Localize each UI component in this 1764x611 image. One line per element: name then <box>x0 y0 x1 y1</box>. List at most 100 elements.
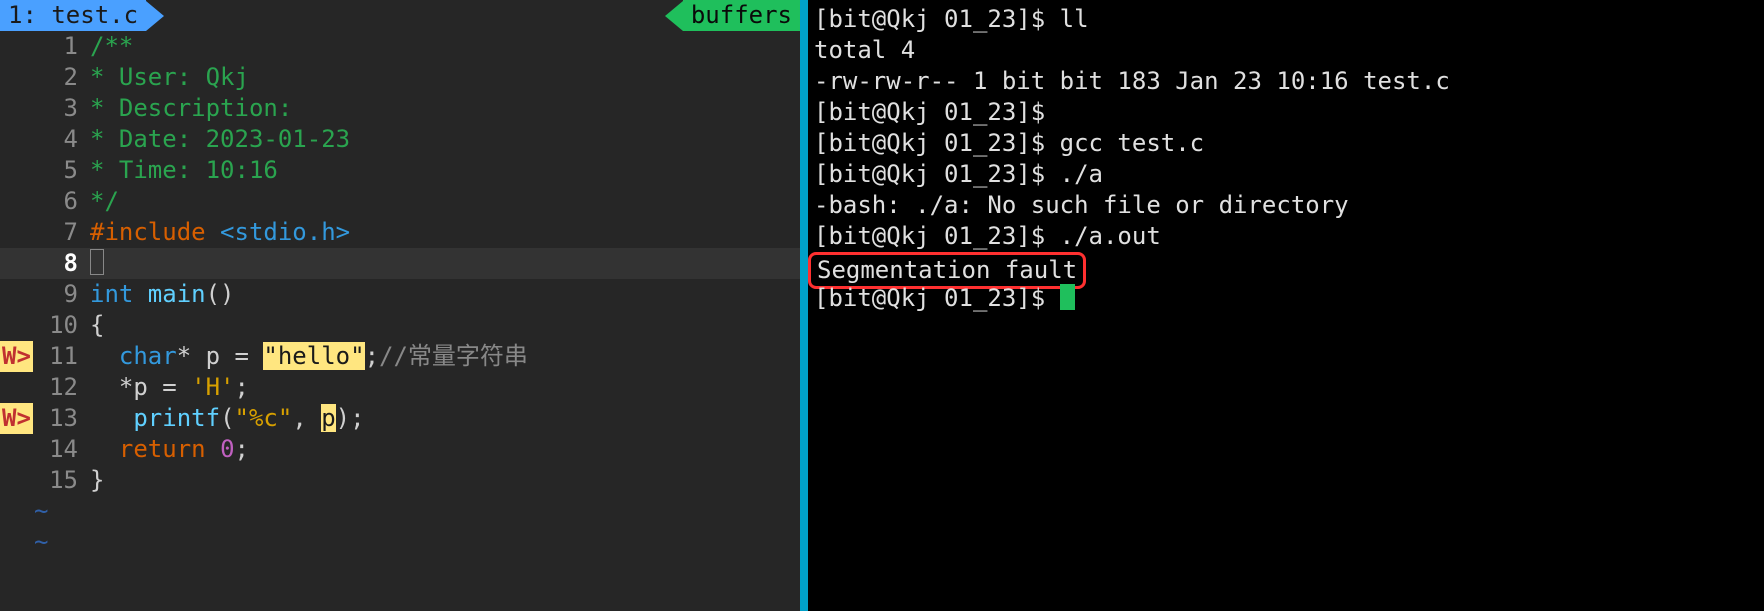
code-cell[interactable]: /** <box>86 31 800 62</box>
editor-tabbar: 1: test.c buffers <box>0 0 800 31</box>
terminal-cursor <box>1060 284 1075 310</box>
code-cell[interactable]: * Time: 10:16 <box>86 155 800 186</box>
tab-file-label: 1: test.c <box>0 0 146 31</box>
code-line[interactable]: 14 return 0; <box>0 434 800 465</box>
code-line[interactable]: 5* Time: 10:16 <box>0 155 800 186</box>
code-token: 'H' <box>191 373 234 401</box>
code-token: int <box>90 280 148 308</box>
code-cell[interactable]: */ <box>86 186 800 217</box>
code-token: */ <box>90 187 119 215</box>
editor-cursor <box>90 249 104 275</box>
code-token: main <box>148 280 206 308</box>
code-line[interactable]: 10{ <box>0 310 800 341</box>
code-token <box>90 373 119 401</box>
line-number: 14 <box>0 434 86 465</box>
line-number: 15 <box>0 465 86 496</box>
terminal-line: [bit@Qkj 01_23]$ ./a.out <box>814 221 1758 252</box>
code-line[interactable]: 15} <box>0 465 800 496</box>
code-cell[interactable]: #include <stdio.h> <box>86 217 800 248</box>
eof-tildes: ~~ <box>0 496 800 558</box>
code-token: printf <box>133 404 220 432</box>
code-token: { <box>90 311 104 339</box>
code-token: <stdio.h> <box>220 218 350 246</box>
terminal-prompt[interactable]: [bit@Qkj 01_23]$ <box>814 283 1758 314</box>
code-cell[interactable]: *p = 'H'; <box>86 372 800 403</box>
code-cell[interactable]: * User: Qkj <box>86 62 800 93</box>
tab-buffers[interactable]: buffers <box>665 0 800 31</box>
code-token: * p = <box>177 342 264 370</box>
line-number: 3 <box>0 93 86 124</box>
code-token: ; <box>365 342 379 370</box>
line-number: 1 <box>0 31 86 62</box>
tab-file[interactable]: 1: test.c <box>0 0 164 31</box>
code-line[interactable]: 1/** <box>0 31 800 62</box>
line-number: 12 <box>0 372 86 403</box>
terminal-pane[interactable]: [bit@Qkj 01_23]$ lltotal 4-rw-rw-r-- 1 b… <box>808 0 1764 611</box>
code-token <box>90 342 119 370</box>
code-token: #include <box>90 218 220 246</box>
code-line[interactable]: 6*/ <box>0 186 800 217</box>
code-line[interactable]: 13W> printf("%c", p); <box>0 403 800 434</box>
terminal-line: [bit@Qkj 01_23]$ gcc test.c <box>814 128 1758 159</box>
app-root: 1: test.c buffers 1/**2* User: Qkj3* Des… <box>0 0 1764 611</box>
code-token: , <box>292 404 321 432</box>
code-token: *p = <box>119 373 191 401</box>
code-line[interactable]: 8 <box>0 248 800 279</box>
code-line[interactable]: 9int main() <box>0 279 800 310</box>
line-number: 10 <box>0 310 86 341</box>
terminal-prompt-text: [bit@Qkj 01_23]$ <box>814 284 1060 312</box>
code-token: () <box>206 280 235 308</box>
code-cell[interactable]: char* p = "hello";//常量字符串 <box>86 341 800 372</box>
terminal-body: [bit@Qkj 01_23]$ lltotal 4-rw-rw-r-- 1 b… <box>814 4 1758 314</box>
code-body[interactable]: 1/**2* User: Qkj3* Description:4* Date: … <box>0 31 800 496</box>
code-line[interactable]: 12 *p = 'H'; <box>0 372 800 403</box>
code-cell[interactable]: int main() <box>86 279 800 310</box>
line-number: 6 <box>0 186 86 217</box>
code-token: ; <box>235 435 249 463</box>
warning-marker: W> <box>0 341 33 372</box>
terminal-line: -rw-rw-r-- 1 bit bit 183 Jan 23 10:16 te… <box>814 66 1758 97</box>
eof-tilde: ~ <box>0 496 800 527</box>
code-line[interactable]: 2* User: Qkj <box>0 62 800 93</box>
code-token: ; <box>235 373 249 401</box>
editor-pane[interactable]: 1: test.c buffers 1/**2* User: Qkj3* Des… <box>0 0 800 611</box>
terminal-line: -bash: ./a: No such file or directory <box>814 190 1758 221</box>
code-cell[interactable]: printf("%c", p); <box>86 403 800 434</box>
code-token: * Description: <box>90 94 292 122</box>
code-token: "%c" <box>235 404 293 432</box>
terminal-line-segfault: Segmentation fault <box>814 252 1758 283</box>
code-line[interactable]: 11W> char* p = "hello";//常量字符串 <box>0 341 800 372</box>
code-token: "hello" <box>263 342 364 370</box>
line-number: 5 <box>0 155 86 186</box>
code-token: * Time: 10:16 <box>90 156 278 184</box>
code-line[interactable]: 4* Date: 2023-01-23 <box>0 124 800 155</box>
code-cell[interactable]: return 0; <box>86 434 800 465</box>
code-cell[interactable] <box>86 248 800 279</box>
code-cell[interactable]: * Description: <box>86 93 800 124</box>
pane-separator[interactable] <box>800 0 808 611</box>
line-number: 4 <box>0 124 86 155</box>
code-token: return <box>119 435 220 463</box>
code-line[interactable]: 7#include <stdio.h> <box>0 217 800 248</box>
code-token: /** <box>90 32 133 60</box>
code-token: 0 <box>220 435 234 463</box>
code-token <box>90 404 133 432</box>
code-cell[interactable]: { <box>86 310 800 341</box>
code-token: * Date: 2023-01-23 <box>90 125 350 153</box>
line-number: 2 <box>0 62 86 93</box>
line-number: 13W> <box>0 403 86 434</box>
line-number: 11W> <box>0 341 86 372</box>
code-cell[interactable]: * Date: 2023-01-23 <box>86 124 800 155</box>
tab-file-arrow <box>146 1 164 31</box>
code-token: * User: Qkj <box>90 63 249 91</box>
code-cell[interactable]: } <box>86 465 800 496</box>
code-token: } <box>90 466 104 494</box>
terminal-line: total 4 <box>814 35 1758 66</box>
tab-buffers-label: buffers <box>683 0 800 31</box>
code-token: ); <box>336 404 365 432</box>
tab-buffers-arrow <box>665 1 683 31</box>
code-token: ( <box>220 404 234 432</box>
eof-tilde: ~ <box>0 527 800 558</box>
code-line[interactable]: 3* Description: <box>0 93 800 124</box>
code-token: char <box>119 342 177 370</box>
